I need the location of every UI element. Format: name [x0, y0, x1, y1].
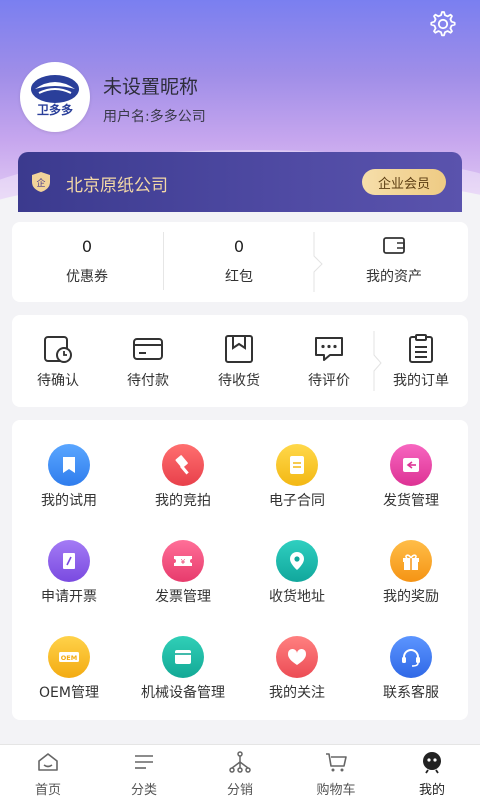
list-icon	[135, 755, 153, 769]
order-label: 待付款	[127, 373, 169, 389]
svg-text:¥: ¥	[181, 558, 186, 566]
wallet-icon	[383, 237, 405, 254]
ticket-icon: ¥	[162, 540, 204, 582]
tool-label: 联系客服	[383, 685, 439, 701]
services-grid: 我的试用 我的竞拍 电子合同 发货管理 申请开票 ¥ 发票管理 收货地址 我的奖…	[12, 420, 468, 720]
tool-delivery-management[interactable]: 发货管理	[354, 420, 468, 512]
tab-category[interactable]: 分类	[96, 745, 192, 800]
tool-label: 电子合同	[269, 493, 325, 509]
tab-mine[interactable]: 我的	[384, 745, 480, 800]
tab-home[interactable]: 首页	[0, 745, 96, 800]
my-assets-label: 我的资产	[366, 269, 422, 285]
enterprise-member-badge[interactable]: 企业会员	[362, 169, 446, 195]
tool-label: 我的试用	[41, 493, 97, 509]
order-label: 待评价	[308, 373, 350, 389]
heart-icon	[276, 636, 318, 678]
enterprise-badge-icon: 企	[32, 172, 50, 192]
tool-e-contract[interactable]: 电子合同	[240, 420, 354, 512]
tool-my-rewards[interactable]: 我的奖励	[354, 516, 468, 608]
card-icon	[133, 338, 163, 360]
gavel-icon	[162, 444, 204, 486]
company-name: 北京原纸公司	[66, 176, 168, 196]
settings-gear-icon[interactable]	[426, 8, 458, 40]
orders-card: 待确认 待付款 待收货 待评价 我的订单	[12, 315, 468, 407]
order-pending-receipt[interactable]: 待收货	[198, 315, 280, 407]
red-packets-count: 0	[233, 237, 245, 256]
tool-customer-service[interactable]: 联系客服	[354, 612, 468, 704]
delivery-icon	[390, 444, 432, 486]
order-label: 我的订单	[393, 373, 449, 389]
username: 用户名:多多公司	[103, 109, 206, 125]
tool-label: 我的奖励	[383, 589, 439, 605]
tool-apply-invoice[interactable]: 申请开票	[12, 516, 126, 608]
tool-machinery-management[interactable]: 机械设备管理	[126, 612, 240, 704]
company-logo: 卫多多	[31, 75, 79, 117]
clipboard-icon	[409, 334, 433, 363]
home-icon	[38, 753, 58, 771]
svg-text:OEM: OEM	[61, 654, 77, 662]
oem-icon: OEM	[48, 636, 90, 678]
tool-label: 我的关注	[269, 685, 325, 701]
company-card[interactable]: 企 北京原纸公司 企业会员	[18, 152, 462, 212]
svg-text:企: 企	[36, 177, 45, 189]
tab-cart[interactable]: 购物车	[288, 745, 384, 800]
order-label: 待确认	[37, 373, 79, 389]
tab-label: 分类	[130, 783, 157, 798]
chat-dots-icon	[315, 337, 343, 361]
my-assets-cell[interactable]: 我的资产	[320, 222, 468, 302]
tab-label: 购物车	[316, 783, 356, 798]
gift-icon	[390, 540, 432, 582]
coupons-label: 优惠券	[66, 269, 108, 285]
document-icon	[276, 444, 318, 486]
svg-text:卫多多: 卫多多	[37, 102, 73, 117]
window-icon	[162, 636, 204, 678]
red-packets-cell[interactable]: 0 红包	[164, 222, 314, 302]
tab-label: 分销	[226, 783, 253, 798]
order-pending-confirm[interactable]: 待确认	[17, 315, 99, 407]
headset-icon	[390, 636, 432, 678]
tool-invoice-management[interactable]: ¥ 发票管理	[126, 516, 240, 608]
share-icon	[229, 751, 251, 773]
profile-icon	[423, 752, 441, 774]
tool-my-auction[interactable]: 我的竞拍	[126, 420, 240, 512]
tab-label: 我的	[418, 783, 445, 798]
pen-icon	[48, 540, 90, 582]
tool-label: 申请开票	[41, 589, 97, 605]
clock-doc-icon	[44, 336, 72, 363]
tool-my-follows[interactable]: 我的关注	[240, 612, 354, 704]
bookmark-icon	[48, 444, 90, 486]
bookmark-box-icon	[225, 335, 253, 363]
my-orders[interactable]: 我的订单	[380, 315, 462, 407]
coupons-count: 0	[81, 237, 93, 256]
location-icon	[276, 540, 318, 582]
assets-card: 0 优惠券 0 红包 我的资产	[12, 222, 468, 302]
tab-label: 首页	[34, 783, 61, 798]
tool-label: 收货地址	[269, 589, 325, 605]
tab-distribution[interactable]: 分销	[192, 745, 288, 800]
tool-label: 我的竞拍	[155, 493, 211, 509]
tool-label: 发票管理	[155, 589, 211, 605]
bottom-tab-bar: 首页 分类 分销 购物车 我的	[0, 744, 480, 800]
red-packets-label: 红包	[225, 269, 253, 285]
cart-icon	[326, 753, 347, 772]
order-label: 待收货	[218, 373, 260, 389]
coupons-cell[interactable]: 0 优惠券	[12, 222, 162, 302]
nickname[interactable]: 未设置昵称	[103, 72, 198, 99]
tool-label: 发货管理	[383, 493, 439, 509]
tool-my-trial[interactable]: 我的试用	[12, 420, 126, 512]
avatar[interactable]: 卫多多	[20, 62, 90, 132]
order-pending-payment[interactable]: 待付款	[107, 315, 189, 407]
tool-shipping-address[interactable]: 收货地址	[240, 516, 354, 608]
tool-oem-management[interactable]: OEM OEM管理	[12, 612, 126, 704]
tool-label: OEM管理	[39, 685, 99, 701]
tool-label: 机械设备管理	[141, 685, 225, 701]
order-pending-review[interactable]: 待评价	[288, 315, 370, 407]
